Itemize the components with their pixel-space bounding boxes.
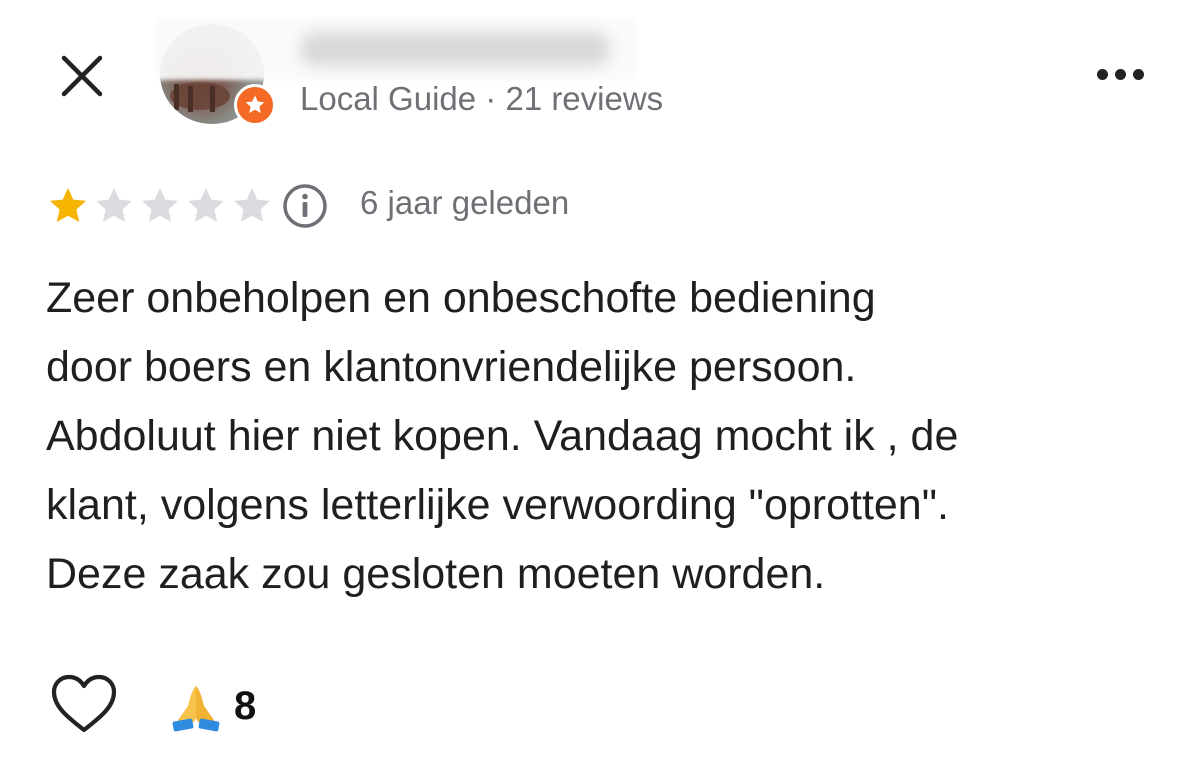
info-button[interactable] [281, 182, 329, 230]
star-rating [46, 184, 274, 228]
local-guide-star-icon [245, 95, 265, 113]
star-filled-icon [50, 188, 86, 222]
reviewer-meta: Local Guide · 21 reviews [300, 80, 664, 117]
reaction-count: 8 [234, 683, 257, 728]
review-line: klant, volgens letterlijke verwoording "… [46, 481, 949, 529]
review-time: 6 jaar geleden [360, 184, 570, 221]
more-options-button[interactable] [1084, 54, 1156, 94]
heart-outline-icon [51, 674, 117, 733]
close-icon [61, 55, 103, 97]
more-horizontal-icon [1096, 68, 1108, 80]
reaction-button[interactable]: 8 [170, 678, 256, 734]
review-line: door boers en klantonvriendelijke persoo… [46, 343, 857, 391]
review-line: Deze zaak zou gesloten moeten worden. [46, 550, 826, 598]
reviewer-name-redacted[interactable] [300, 32, 610, 66]
local-guide-badge [234, 84, 276, 126]
close-button[interactable] [48, 42, 116, 110]
review-line: Abdoluut hier niet kopen. Vandaag mocht … [46, 412, 959, 460]
star-empty-icon [96, 188, 132, 222]
star-empty-icon [142, 188, 178, 222]
folded-hands-emoji-icon [172, 686, 220, 732]
like-button[interactable] [48, 672, 120, 736]
star-empty-icon [234, 188, 270, 222]
more-horizontal-icon-dot [1132, 68, 1144, 80]
review-text: Zeer onbeholpen en onbeschofte bediening… [46, 264, 1176, 609]
star-empty-icon [188, 188, 224, 222]
review-line: Zeer onbeholpen en onbeschofte bediening [46, 274, 876, 322]
more-horizontal-icon-dot [1114, 68, 1126, 80]
info-icon [283, 184, 327, 228]
